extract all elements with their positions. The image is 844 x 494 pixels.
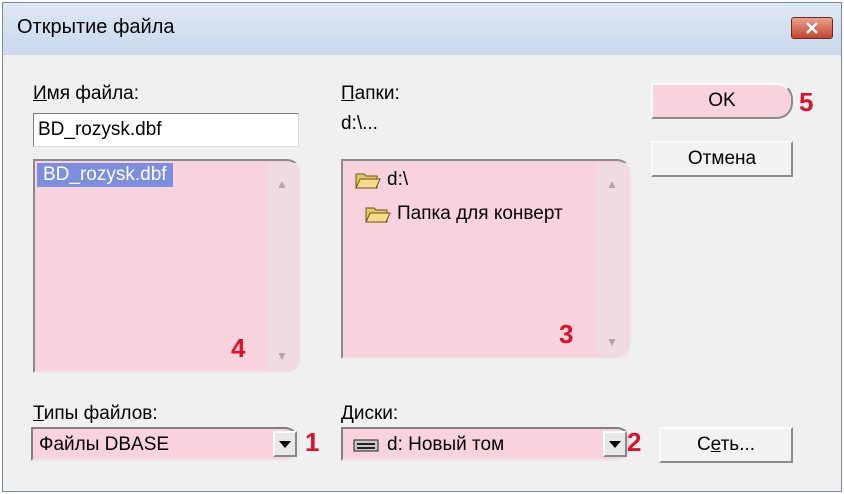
file-types-select[interactable]: Файлы DBASE xyxy=(31,427,299,461)
folders-label: Папки: xyxy=(341,83,400,104)
list-item[interactable]: BD_rozysk.dbf xyxy=(37,163,173,187)
scroll-up-icon[interactable]: ▲ xyxy=(267,177,297,191)
filename-label: Имя файла: xyxy=(33,83,140,104)
cancel-button[interactable]: Отмена xyxy=(651,141,793,177)
scroll-down-icon[interactable]: ▼ xyxy=(267,349,297,363)
file-listbox[interactable]: BD_rozysk.dbf ▲ ▼ xyxy=(33,159,301,373)
scroll-down-icon[interactable]: ▼ xyxy=(597,335,627,349)
list-item[interactable]: Папка для конверт xyxy=(365,203,563,225)
annotation-5: 5 xyxy=(799,87,814,117)
drives-select[interactable]: d: Новый том xyxy=(341,427,631,461)
open-folder-icon xyxy=(365,207,391,223)
annotation-2: 2 xyxy=(627,427,642,457)
annotation-4: 4 xyxy=(231,333,246,363)
file-list-scrollbar[interactable]: ▲ ▼ xyxy=(267,163,297,369)
file-types-label: Типы файлов: xyxy=(33,403,158,424)
close-icon xyxy=(806,22,818,34)
close-button[interactable] xyxy=(791,17,833,39)
network-button[interactable]: Сеть... xyxy=(659,427,793,463)
annotation-1: 1 xyxy=(305,427,320,457)
annotation-3: 3 xyxy=(559,319,574,349)
drives-label: Диски: xyxy=(341,403,399,424)
open-folder-icon xyxy=(355,173,381,189)
ok-button[interactable]: OK xyxy=(651,83,793,119)
current-path: d:\... xyxy=(341,113,378,134)
chevron-down-icon[interactable] xyxy=(603,431,627,457)
open-file-dialog: Открытие файла Имя файла: BD_rozysk.dbf … xyxy=(2,2,842,492)
file-types-value: Файлы DBASE xyxy=(39,434,170,455)
drive-value: d: Новый том xyxy=(353,434,504,456)
filename-input[interactable] xyxy=(33,113,299,147)
scroll-up-icon[interactable]: ▲ xyxy=(597,177,627,191)
title-bar: Открытие файла xyxy=(3,3,841,55)
drive-icon xyxy=(353,439,379,452)
dialog-title: Открытие файла xyxy=(17,16,175,38)
list-item[interactable]: d:\ xyxy=(355,169,408,191)
folder-listbox[interactable]: d:\ Папка для конверт ▲ ▼ xyxy=(341,159,631,359)
chevron-down-icon[interactable] xyxy=(273,431,297,457)
folder-list-scrollbar[interactable]: ▲ ▼ xyxy=(597,163,627,355)
